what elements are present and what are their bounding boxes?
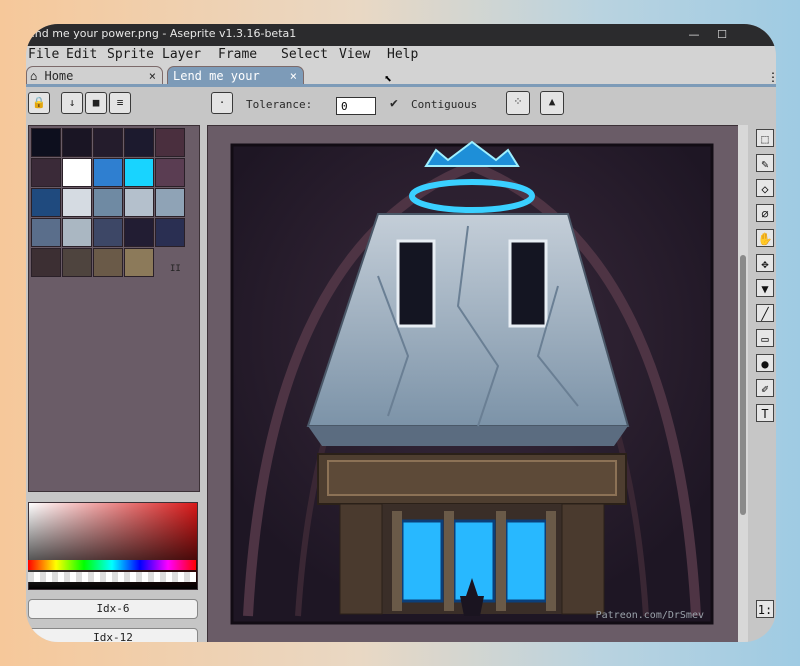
glowing-door-left: [400, 519, 444, 603]
contiguous-checkbox[interactable]: ✔: [390, 96, 398, 111]
tab-lend-me-your[interactable]: Lend me your ×: [167, 66, 304, 86]
aseprite-window: end me your power.png - Aseprite v1.3.16…: [26, 24, 776, 642]
palette-swatch[interactable]: [31, 188, 61, 217]
palette-swatch[interactable]: [93, 248, 123, 277]
menu-sprite[interactable]: Sprite: [107, 46, 154, 64]
window-title: end me your power.png - Aseprite v1.3.16…: [28, 27, 297, 40]
palette-swatch[interactable]: [93, 158, 123, 187]
palette-swatch[interactable]: [124, 188, 154, 217]
pillar: [496, 511, 506, 611]
pillar: [444, 511, 454, 611]
arrow-down-icon[interactable]: ↓: [61, 92, 83, 114]
menu-file[interactable]: File: [28, 46, 59, 64]
menu-select[interactable]: Select: [281, 46, 328, 64]
palette-swatch[interactable]: [155, 158, 185, 187]
fill-tool-icon[interactable]: ▼: [756, 279, 774, 297]
pillar: [392, 511, 402, 611]
palette-swatch[interactable]: [31, 128, 61, 157]
eraser-tool-icon[interactable]: ◇: [756, 179, 774, 197]
menu-view[interactable]: View: [339, 46, 370, 64]
menu-help[interactable]: Help: [387, 46, 418, 64]
palette-panel: II: [28, 125, 200, 492]
palette-swatch-selected[interactable]: [62, 158, 92, 187]
temple-wall-right: [561, 503, 605, 615]
eyedropper-tool-icon[interactable]: ⌀: [756, 204, 774, 222]
stone-block-edge: [308, 426, 628, 446]
palette-swatch[interactable]: [62, 248, 92, 277]
marquee-tool-icon[interactable]: ⬚: [756, 129, 774, 147]
hand-tool-icon[interactable]: ✋: [756, 229, 774, 247]
foreground-color-index[interactable]: Idx-6: [28, 599, 198, 619]
palette-swatch[interactable]: [62, 188, 92, 217]
menu-bar: File Edit Sprite Layer Frame Select View…: [26, 46, 776, 64]
tools-panel: ⬚ ✎ ◇ ⌀ ✋ ✥ ▼ ╱ ▭ ● ✐ T 1:: [754, 125, 776, 642]
palette-swatch[interactable]: [124, 248, 154, 277]
menu-frame[interactable]: Frame: [218, 46, 257, 64]
palette-swatch[interactable]: [155, 218, 185, 247]
palette-swatch[interactable]: [124, 218, 154, 247]
pillar: [546, 511, 556, 611]
palette-swatch[interactable]: [93, 218, 123, 247]
palette-swatch[interactable]: [62, 218, 92, 247]
sprite-canvas[interactable]: Patreon.com/DrSmev: [208, 126, 738, 642]
vertical-scrollbar[interactable]: [738, 125, 748, 642]
palette-swatch[interactable]: [31, 218, 61, 247]
pencil-tool-icon[interactable]: ✎: [756, 154, 774, 172]
tab-active-label: Lend me your: [173, 69, 260, 83]
temple-wall-left: [339, 503, 383, 615]
palette-resize-indicator[interactable]: II: [170, 264, 181, 274]
square-icon[interactable]: ■: [85, 92, 107, 114]
tab-bar: ⌂ Home × Lend me your × ⬉ ⋮: [26, 64, 776, 87]
pixel-perfect-icon[interactable]: ⁘: [506, 91, 530, 115]
line-tool-icon[interactable]: ╱: [756, 304, 774, 322]
palette-swatch[interactable]: [62, 128, 92, 157]
context-bar: 🔒 ↓ ■ ≡ · Tolerance: 0 ✔ Contiguous ⁘ ▲: [26, 87, 776, 119]
contour-tool-icon[interactable]: ●: [756, 354, 774, 372]
palette-swatch[interactable]: [124, 128, 154, 157]
palette-swatch[interactable]: [124, 158, 154, 187]
title-bar: end me your power.png - Aseprite v1.3.16…: [26, 24, 776, 46]
menu-lines-icon[interactable]: ≡: [109, 92, 131, 114]
canvas-watermark: Patreon.com/DrSmev: [596, 610, 704, 621]
glyph-band: [327, 460, 617, 496]
glowing-door-right: [504, 519, 548, 603]
rectangle-tool-icon[interactable]: ▭: [756, 329, 774, 347]
lock-icon[interactable]: 🔒: [28, 92, 50, 114]
hue-slider[interactable]: [28, 560, 196, 570]
tolerance-input[interactable]: 0: [336, 97, 376, 115]
stone-eye-right: [508, 239, 548, 328]
menu-layer[interactable]: Layer: [162, 46, 201, 64]
alpha-slider[interactable]: [28, 572, 196, 582]
brush-type-icon[interactable]: ·: [211, 92, 233, 114]
contiguous-label: Contiguous: [411, 98, 478, 111]
maximize-icon[interactable]: ☐: [709, 25, 735, 45]
minimize-icon[interactable]: —: [681, 25, 707, 45]
more-tabs-icon[interactable]: ⋮: [767, 70, 776, 84]
palette-swatch[interactable]: [155, 188, 185, 217]
ink-icon[interactable]: ▲: [540, 91, 564, 115]
palette-swatch[interactable]: [155, 128, 185, 157]
stone-eye-left: [396, 239, 436, 328]
zoom-indicator-icon[interactable]: 1:: [756, 600, 774, 618]
move-tool-icon[interactable]: ✥: [756, 254, 774, 272]
scrollbar-thumb[interactable]: [740, 255, 746, 515]
tab-home[interactable]: ⌂ Home ×: [26, 66, 163, 86]
palette-swatch[interactable]: [31, 248, 61, 277]
palette-swatch[interactable]: [31, 158, 61, 187]
tab-home-label: Home: [44, 69, 74, 83]
palette-swatch[interactable]: [93, 188, 123, 217]
sprite-editor[interactable]: Patreon.com/DrSmev: [207, 125, 739, 642]
text-tool-icon[interactable]: T: [756, 404, 774, 422]
blur-tool-icon[interactable]: ✐: [756, 379, 774, 397]
home-icon: ⌂: [30, 69, 38, 83]
tolerance-label: Tolerance:: [246, 98, 313, 111]
menu-edit[interactable]: Edit: [66, 46, 97, 64]
background-color-index[interactable]: Idx-12: [28, 628, 198, 642]
palette-swatch[interactable]: [93, 128, 123, 157]
